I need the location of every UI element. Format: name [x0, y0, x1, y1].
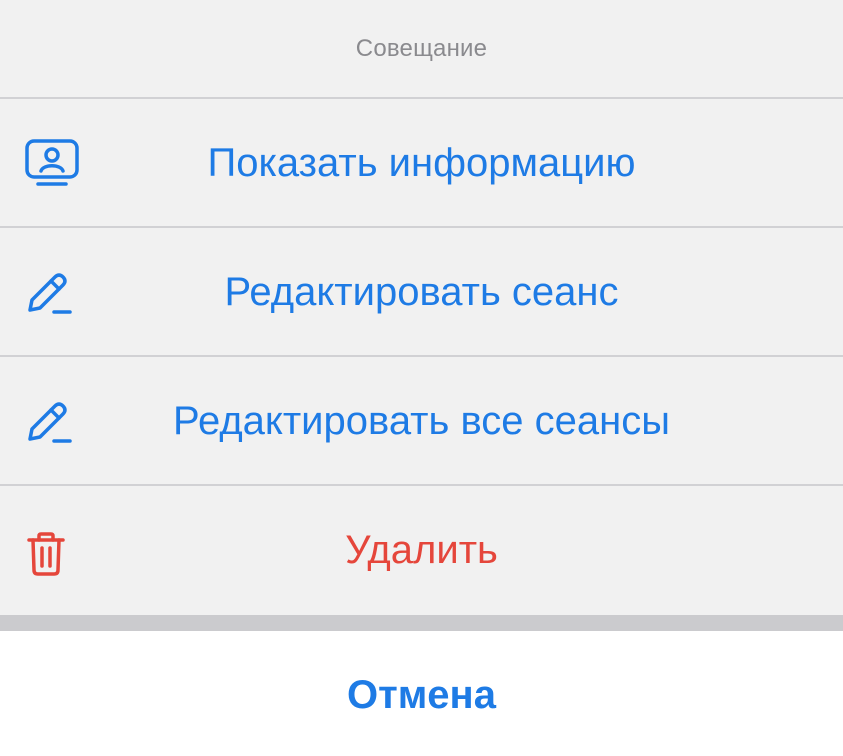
show-info-label: Показать информацию [207, 141, 636, 185]
delete-label: Удалить [345, 528, 498, 572]
edit-all-sessions-button[interactable]: Редактировать все сеансы [0, 357, 843, 484]
group-separator [0, 615, 843, 631]
show-info-button[interactable]: Показать информацию [0, 99, 843, 226]
edit-all-sessions-label: Редактировать все сеансы [173, 399, 670, 443]
action-group: Совещание Показать информацию Редактиров… [0, 0, 843, 615]
action-sheet: Совещание Показать информацию Редактиров… [0, 0, 843, 756]
delete-button[interactable]: Удалить [0, 486, 843, 613]
cancel-button[interactable]: Отмена [0, 631, 843, 756]
edit-session-label: Редактировать сеанс [224, 270, 619, 314]
action-sheet-header: Совещание [0, 0, 843, 97]
edit-session-button[interactable]: Редактировать сеанс [0, 228, 843, 355]
action-sheet-title: Совещание [355, 34, 488, 62]
cancel-label: Отмена [347, 673, 496, 717]
